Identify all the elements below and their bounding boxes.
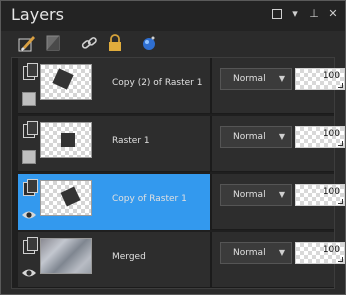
opacity-field[interactable]: 100: [295, 68, 345, 90]
opacity-value: 100: [322, 71, 340, 81]
visibility-off-icon[interactable]: [22, 150, 36, 164]
layer-row-selected[interactable]: Copy of Raster 1 Normal ▼ 100: [18, 174, 345, 230]
blend-mode-select[interactable]: Normal ▼: [220, 184, 292, 206]
blend-mode-value: Normal: [233, 190, 266, 200]
opacity-value: 100: [322, 245, 340, 255]
eye-icon[interactable]: [21, 267, 37, 279]
chevron-down-icon: ▼: [278, 74, 285, 83]
layers-toolbar: [1, 31, 345, 55]
opacity-corner-icon: [338, 83, 343, 88]
visibility-off-icon[interactable]: [22, 92, 36, 106]
eye-icon[interactable]: [21, 209, 37, 221]
blend-mode-select[interactable]: Normal ▼: [220, 126, 292, 148]
brush-icon[interactable]: [17, 33, 37, 53]
window-buttons: ▾ ⊥ ✕: [272, 8, 339, 20]
layer-type-icon: [23, 237, 38, 254]
thumbnail-shape: [60, 186, 81, 207]
opacity-corner-icon: [338, 141, 343, 146]
title-bar[interactable]: Layers ▾ ⊥ ✕: [1, 1, 345, 31]
layer-row[interactable]: Merged Normal ▼ 100: [18, 232, 345, 288]
layer-name: Merged: [112, 252, 146, 262]
opacity-corner-icon: [338, 199, 343, 204]
sphere-icon[interactable]: [139, 33, 159, 53]
layers-panel: Layers ▾ ⊥ ✕ Copy (2) of Raster 1 Normal…: [0, 0, 346, 295]
layer-name: Raster 1: [112, 136, 150, 146]
layer-thumbnail: [40, 64, 92, 100]
thumbnail-shape: [52, 68, 74, 90]
column-divider: [210, 232, 212, 288]
close-icon[interactable]: ✕: [327, 8, 339, 20]
blend-mode-value: Normal: [233, 248, 266, 258]
thumbnail-shape: [61, 133, 75, 147]
opacity-field[interactable]: 100: [295, 126, 345, 148]
chevron-down-icon: ▼: [278, 248, 285, 257]
opacity-field[interactable]: 100: [295, 184, 345, 206]
panel-title: Layers: [11, 5, 64, 24]
layer-row[interactable]: Copy (2) of Raster 1 Normal ▼ 100: [18, 58, 345, 114]
link-icon[interactable]: [79, 33, 99, 53]
layer-name: Copy of Raster 1: [112, 194, 187, 204]
layer-row[interactable]: Raster 1 Normal ▼ 100: [18, 116, 345, 172]
layer-type-icon: [23, 63, 38, 80]
layer-name: Copy (2) of Raster 1: [112, 78, 203, 88]
chevron-down-icon: ▼: [278, 132, 285, 141]
chevron-down-icon: ▼: [278, 190, 285, 199]
column-divider: [210, 174, 212, 230]
layer-thumbnail: [40, 238, 92, 274]
blend-mode-select[interactable]: Normal ▼: [220, 68, 292, 90]
opacity-field[interactable]: 100: [295, 242, 345, 264]
layer-type-icon: [23, 121, 38, 138]
mask-icon[interactable]: [43, 33, 63, 53]
pin-icon[interactable]: ⊥: [308, 8, 320, 20]
column-divider: [210, 116, 212, 172]
opacity-value: 100: [322, 187, 340, 197]
opacity-value: 100: [322, 129, 340, 139]
blend-mode-value: Normal: [233, 74, 266, 84]
blend-mode-value: Normal: [233, 132, 266, 142]
dropdown-icon[interactable]: ▾: [289, 8, 301, 20]
layer-thumbnail: [40, 122, 92, 158]
maximize-icon[interactable]: [272, 9, 282, 19]
opacity-corner-icon: [338, 257, 343, 262]
layer-type-icon: [23, 179, 38, 196]
blend-mode-select[interactable]: Normal ▼: [220, 242, 292, 264]
lock-icon[interactable]: [105, 33, 125, 53]
column-divider: [210, 58, 212, 114]
layer-thumbnail: [40, 180, 92, 216]
